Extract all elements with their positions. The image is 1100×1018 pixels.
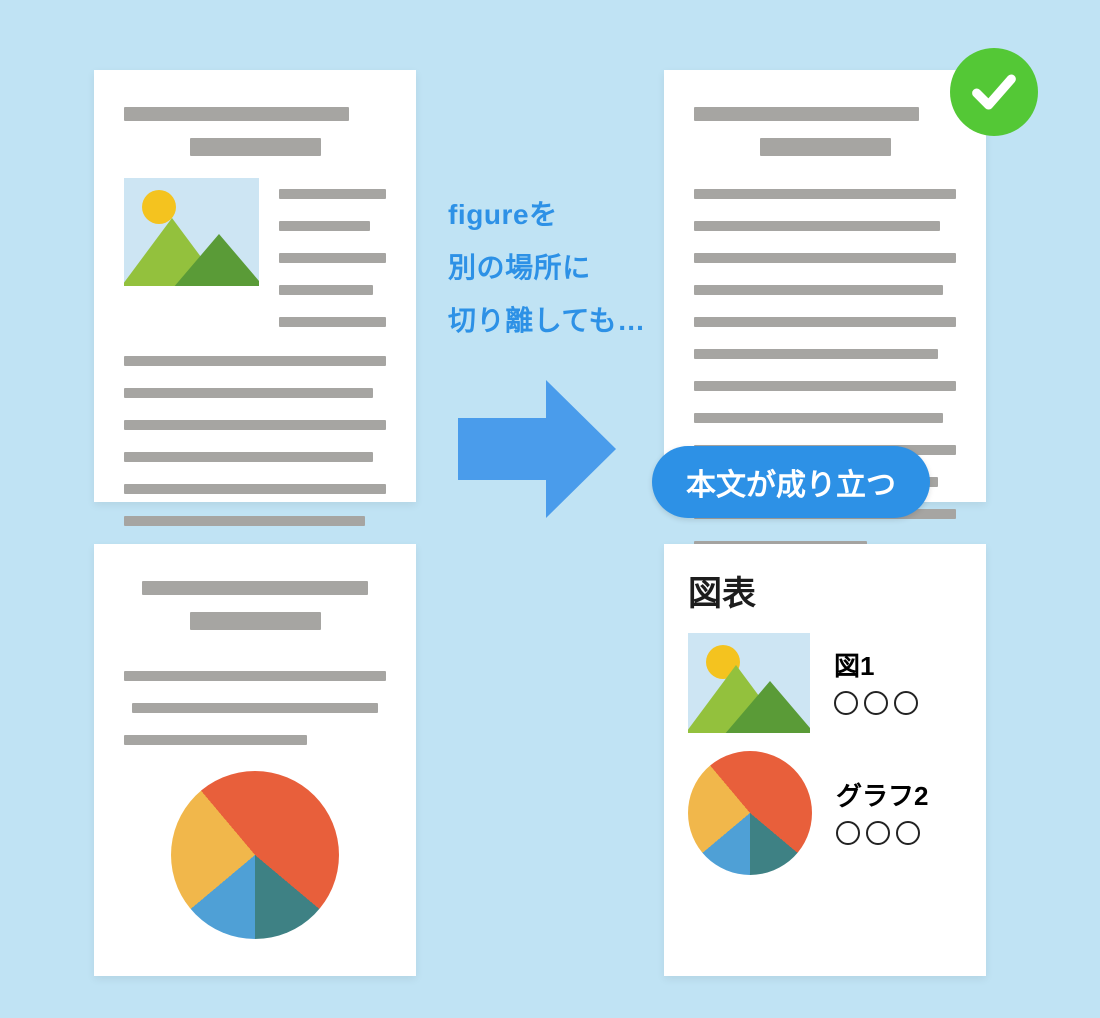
text-line bbox=[190, 138, 321, 156]
text-line bbox=[694, 349, 938, 359]
result-badge: 本文が成り立つ bbox=[652, 446, 930, 518]
text-line bbox=[694, 413, 943, 423]
text-line bbox=[760, 138, 891, 156]
text-line bbox=[694, 221, 940, 231]
checkmark-badge-icon bbox=[950, 48, 1038, 136]
text-line bbox=[124, 452, 373, 462]
text-line bbox=[279, 253, 386, 263]
landscape-image-icon bbox=[688, 633, 810, 733]
text-line bbox=[694, 107, 919, 121]
doc-page-right-bottom: 図表 図1 グラフ2 bbox=[664, 544, 986, 976]
text-line bbox=[124, 516, 365, 526]
text-line bbox=[694, 253, 956, 263]
text-line bbox=[694, 381, 956, 391]
doc-page-right-top bbox=[664, 70, 986, 502]
figures-section-heading: 図表 bbox=[688, 566, 962, 615]
text-line bbox=[694, 189, 956, 199]
text-line bbox=[132, 703, 378, 713]
pie-chart-icon bbox=[171, 771, 339, 939]
text-line bbox=[124, 671, 386, 681]
text-line bbox=[124, 420, 386, 430]
arrow-right-icon bbox=[458, 380, 618, 520]
text-line bbox=[124, 388, 373, 398]
text-line bbox=[279, 317, 386, 327]
figure-item: 図1 bbox=[688, 633, 962, 733]
figure-label: グラフ2 bbox=[836, 776, 928, 813]
text-line bbox=[142, 581, 367, 595]
text-line bbox=[124, 107, 349, 121]
text-line bbox=[279, 189, 386, 199]
explain-text: figureを 別の場所に 切り離しても… bbox=[448, 188, 646, 348]
figure-placeholder-text bbox=[834, 691, 924, 720]
text-line bbox=[279, 221, 370, 231]
doc-page-left-bottom bbox=[94, 544, 416, 976]
figure-item: グラフ2 bbox=[688, 751, 962, 875]
figure-placeholder-text bbox=[836, 821, 928, 850]
figure-label: 図1 bbox=[834, 646, 924, 683]
text-line bbox=[279, 285, 373, 295]
pie-chart-icon bbox=[688, 751, 812, 875]
text-line bbox=[124, 484, 386, 494]
text-line bbox=[694, 285, 943, 295]
text-line bbox=[694, 317, 956, 327]
doc-page-left-top bbox=[94, 70, 416, 502]
text-line bbox=[124, 735, 307, 745]
text-line bbox=[124, 356, 386, 366]
landscape-image-icon bbox=[124, 178, 259, 286]
text-line bbox=[190, 612, 321, 630]
